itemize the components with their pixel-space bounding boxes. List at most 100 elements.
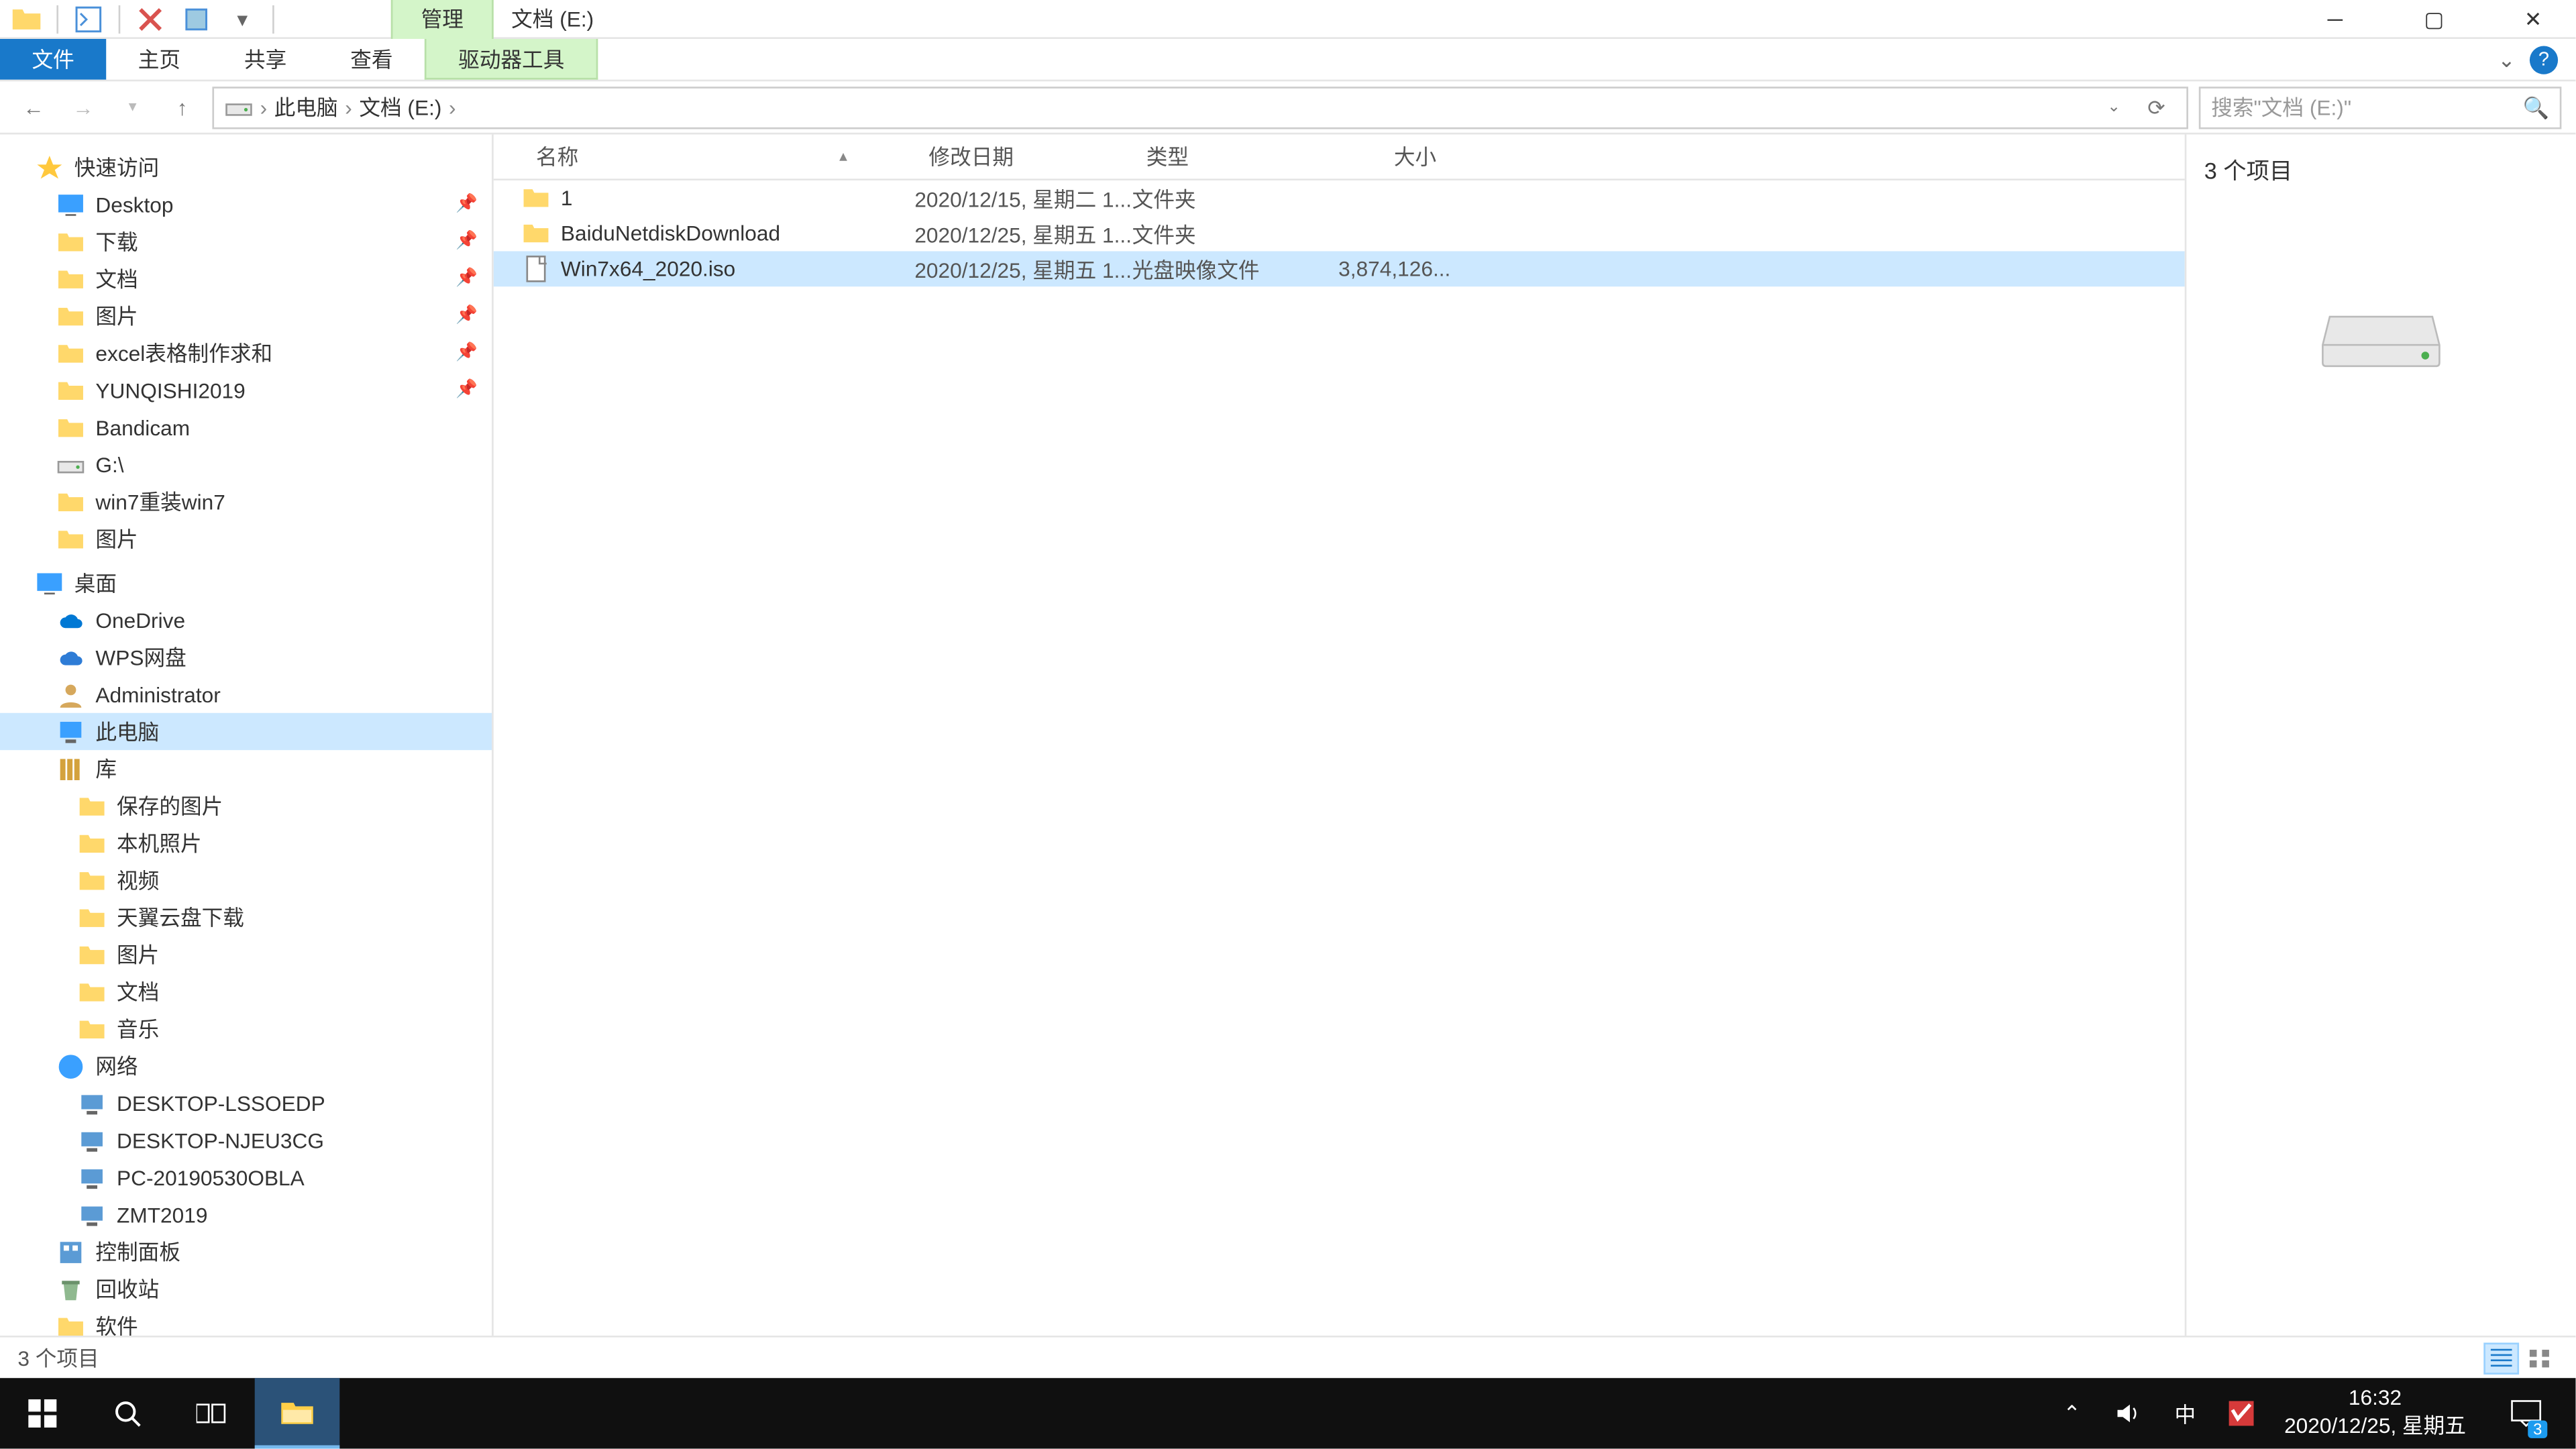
chevron-right-icon[interactable]: › (345, 95, 352, 119)
nav-item[interactable]: G:\ (0, 446, 492, 483)
nav-item[interactable]: 下载📌 (0, 223, 492, 260)
nav-group-quick-access: 快速访问 Desktop📌下载📌文档📌图片📌excel表格制作求和📌YUNQIS… (0, 149, 492, 557)
nav-item[interactable]: Desktop📌 (0, 186, 492, 223)
lib-icon (56, 755, 85, 783)
nav-item[interactable]: 图片 (0, 936, 492, 973)
nav-desktop[interactable]: 桌面 (0, 564, 492, 601)
tray-app-icon[interactable] (2228, 1399, 2256, 1428)
file-row[interactable]: Win7x64_2020.iso2020/12/25, 星期五 1...光盘映像… (494, 251, 2185, 286)
file-rows[interactable]: 12020/12/15, 星期二 1...文件夹BaiduNetdiskDown… (494, 180, 2185, 1336)
nav-item[interactable]: 视频 (0, 861, 492, 898)
history-dropdown-icon[interactable]: ▾ (113, 88, 152, 127)
nav-network[interactable]: 网络 (0, 1047, 492, 1084)
app-icon[interactable] (11, 3, 42, 34)
forward-button[interactable]: → (64, 88, 103, 127)
nav-item[interactable]: 控制面板 (0, 1233, 492, 1270)
nav-item[interactable]: Administrator (0, 676, 492, 712)
nav-item[interactable]: 保存的图片 (0, 787, 492, 824)
column-size[interactable]: 大小 (1309, 142, 1450, 172)
nav-item[interactable]: 图片 (0, 520, 492, 557)
nav-item[interactable]: Bandicam (0, 409, 492, 445)
file-type: 光盘映像文件 (1132, 254, 1309, 284)
nav-item[interactable]: 软件 (0, 1307, 492, 1336)
search-box[interactable]: 🔍 (2199, 86, 2562, 128)
clock-time: 16:32 (2284, 1386, 2466, 1413)
search-icon[interactable]: 🔍 (2522, 95, 2548, 119)
folder-icon (56, 413, 85, 441)
help-icon[interactable]: ? (2530, 45, 2558, 73)
file-row[interactable]: BaiduNetdiskDownload2020/12/25, 星期五 1...… (494, 216, 2185, 252)
ribbon-expand-icon[interactable]: ⌄ (2498, 47, 2516, 72)
nav-item[interactable]: DESKTOP-NJEU3CG (0, 1122, 492, 1159)
context-tab-manage[interactable]: 管理 (391, 0, 494, 41)
maximize-button[interactable]: ▢ (2413, 0, 2455, 38)
tab-drive-tools[interactable]: 驱动器工具 (425, 39, 598, 80)
preview-pane: 3 个项目 (2186, 134, 2575, 1336)
qat-dropdown-icon[interactable]: ▾ (227, 3, 258, 34)
minimize-button[interactable]: ─ (2314, 0, 2356, 38)
separator (272, 5, 274, 33)
nav-item[interactable]: 音乐 (0, 1010, 492, 1047)
nav-item[interactable]: 文档 (0, 973, 492, 1010)
task-view-button[interactable] (170, 1378, 255, 1448)
nav-item[interactable]: excel表格制作求和📌 (0, 334, 492, 371)
nav-item[interactable]: YUNQISHI2019📌 (0, 372, 492, 409)
qat-delete-icon[interactable] (134, 3, 166, 34)
nav-item[interactable]: win7重装win7 (0, 483, 492, 520)
tab-home[interactable]: 主页 (106, 39, 212, 80)
nav-item[interactable]: OneDrive (0, 602, 492, 639)
navigation-pane[interactable]: 快速访问 Desktop📌下载📌文档📌图片📌excel表格制作求和📌YUNQIS… (0, 134, 494, 1336)
ime-indicator[interactable]: 中 (2171, 1399, 2199, 1428)
nav-label: PC-20190530OBLA (117, 1165, 305, 1189)
tab-file[interactable]: 文件 (0, 39, 106, 80)
taskbar-explorer-button[interactable] (255, 1378, 340, 1448)
nav-item[interactable]: DESKTOP-LSSOEDP (0, 1084, 492, 1121)
back-button[interactable]: ← (14, 88, 53, 127)
nav-item[interactable]: ZMT2019 (0, 1196, 492, 1233)
nav-item[interactable]: 此电脑 (0, 713, 492, 750)
tab-view[interactable]: 查看 (319, 39, 425, 80)
chevron-right-icon[interactable]: › (449, 95, 456, 119)
status-text: 3 个项目 (17, 1342, 99, 1373)
column-headers: 名称 ▴ 修改日期 类型 大小 (494, 134, 2185, 180)
nav-item[interactable]: 库 (0, 750, 492, 787)
nav-label: 音乐 (117, 1014, 159, 1044)
nav-item[interactable]: 文档📌 (0, 260, 492, 297)
search-input[interactable] (2211, 95, 2522, 119)
window-title: 文档 (E:) (511, 3, 594, 34)
qat-properties-icon[interactable] (72, 3, 104, 34)
nav-item[interactable]: 本机照片 (0, 824, 492, 861)
breadcrumb-drive[interactable]: 文档 (E:) (359, 92, 441, 122)
nav-label: 天翼云盘下载 (117, 902, 244, 932)
column-date[interactable]: 修改日期 (914, 142, 1132, 172)
icons-view-button[interactable] (2522, 1342, 2558, 1373)
tray-chevron-up-icon[interactable]: ⌃ (2058, 1399, 2086, 1428)
nav-item[interactable]: PC-20190530OBLA (0, 1159, 492, 1195)
address-dropdown-icon[interactable]: ⌄ (2094, 88, 2133, 127)
breadcrumb-this-pc[interactable]: 此电脑 (274, 92, 338, 122)
column-name[interactable]: 名称 ▴ (522, 142, 914, 172)
refresh-icon[interactable]: ⟳ (2137, 88, 2176, 127)
nav-quick-access[interactable]: 快速访问 (0, 149, 492, 186)
start-button[interactable] (0, 1378, 85, 1448)
column-type[interactable]: 类型 (1132, 142, 1309, 172)
tab-share[interactable]: 共享 (213, 39, 319, 80)
close-button[interactable]: ✕ (2512, 0, 2555, 38)
details-view-button[interactable] (2483, 1342, 2519, 1373)
star-icon (36, 153, 64, 181)
file-row[interactable]: 12020/12/15, 星期二 1...文件夹 (494, 180, 2185, 216)
nav-item[interactable]: WPS网盘 (0, 639, 492, 676)
drive-icon (225, 93, 253, 121)
volume-icon[interactable] (2114, 1399, 2143, 1428)
search-button[interactable] (85, 1378, 170, 1448)
folder-icon (78, 792, 106, 820)
up-button[interactable]: ↑ (163, 88, 202, 127)
nav-item[interactable]: 图片📌 (0, 297, 492, 334)
taskbar-clock[interactable]: 16:32 2020/12/25, 星期五 (2284, 1386, 2466, 1441)
nav-item[interactable]: 天翼云盘下载 (0, 899, 492, 936)
qat-rename-icon[interactable] (180, 3, 212, 34)
chevron-right-icon[interactable]: › (260, 95, 268, 119)
action-center-button[interactable]: 3 (2494, 1378, 2558, 1448)
nav-item[interactable]: 回收站 (0, 1270, 492, 1307)
breadcrumb-box[interactable]: › 此电脑 › 文档 (E:) › ⌄ ⟳ (212, 86, 2188, 128)
